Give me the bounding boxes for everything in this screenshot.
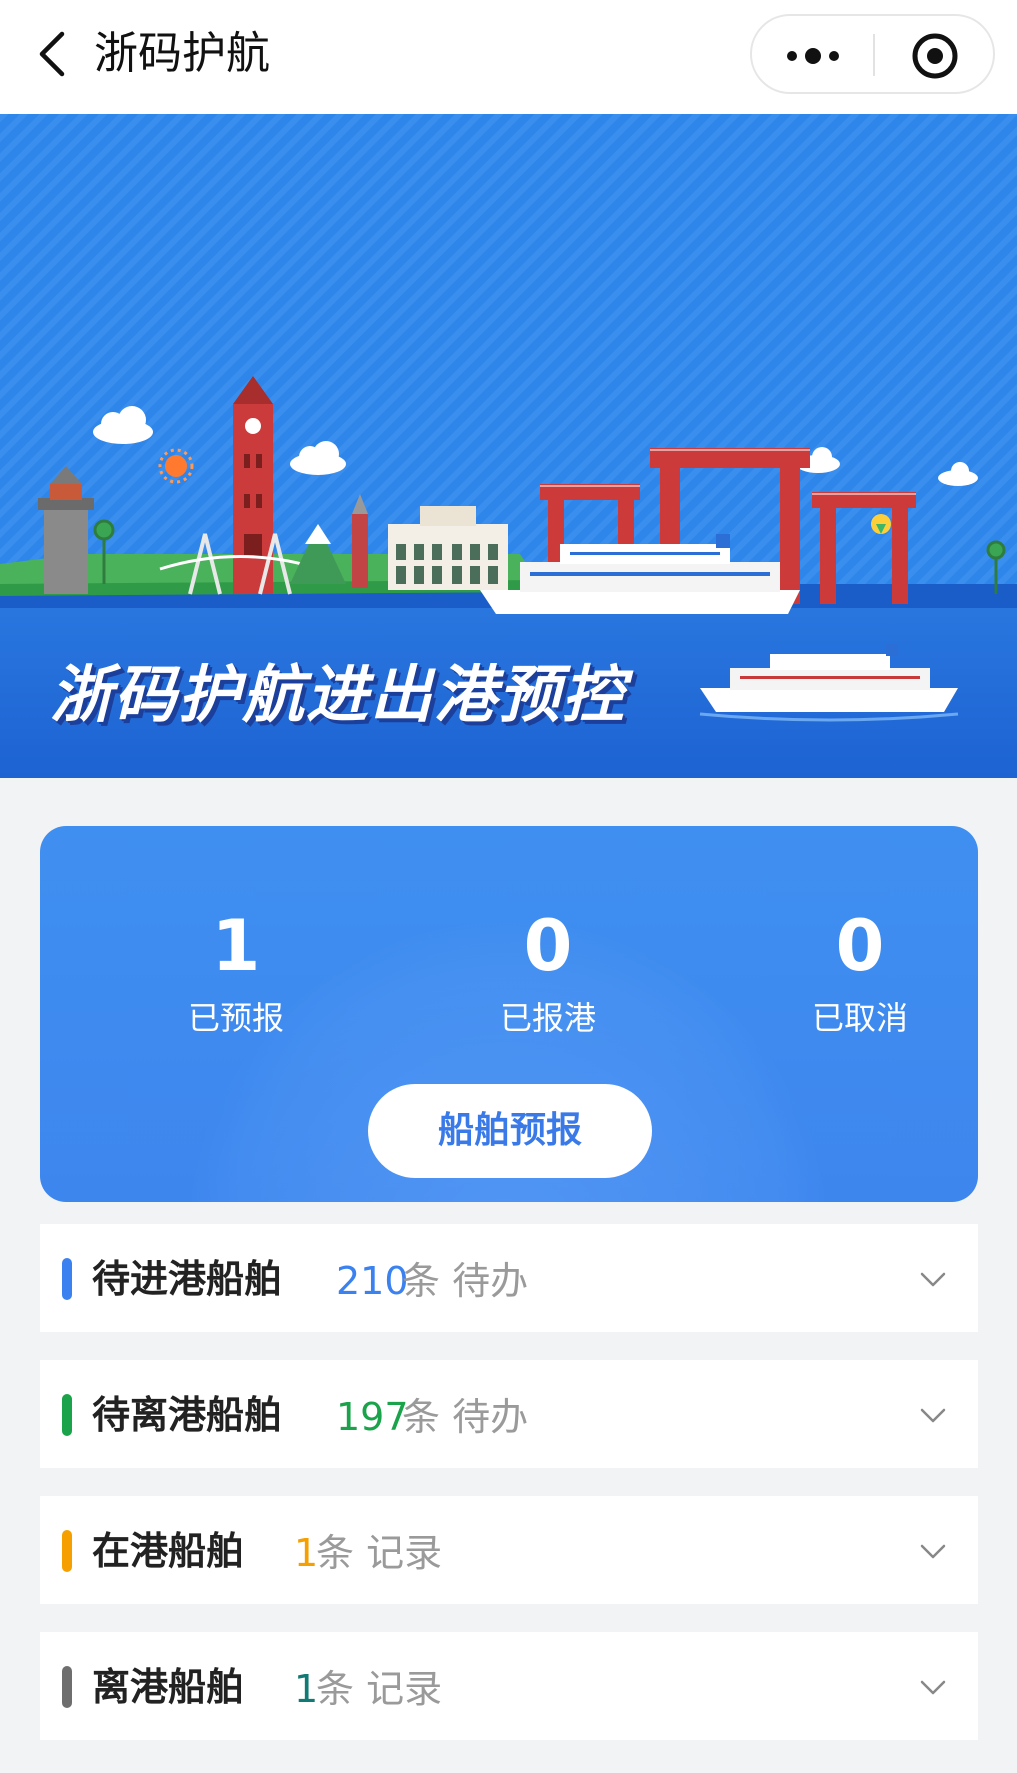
section-count-suffix: 条 待办 (402, 1395, 529, 1439)
stat-value: 1 (211, 905, 261, 987)
top-nav-bar: 浙码护航 (0, 0, 1017, 114)
chevron-down-icon[interactable] (918, 1400, 948, 1430)
section-color-bar (62, 1258, 72, 1300)
close-miniprogram-button[interactable] (876, 16, 994, 92)
section-color-bar (62, 1394, 72, 1436)
mini-program-capsule (750, 14, 995, 94)
stat-label: 已预报 (187, 999, 284, 1037)
section-count: 210 (336, 1259, 409, 1303)
section-title: 待进港船舶 (92, 1257, 283, 1301)
more-dots-icon (787, 48, 839, 64)
stat-cancelled[interactable]: 0 已取消 (750, 906, 970, 1040)
stats-card: 1 已预报 0 已报港 0 已取消 船舶预报 (40, 826, 978, 1202)
capsule-divider (873, 34, 875, 76)
stat-value: 0 (523, 905, 573, 987)
section-title: 在港船舶 (92, 1529, 245, 1573)
section-outbound-ships[interactable]: 待离港船舶 197 条 待办 (40, 1360, 978, 1468)
chevron-down-icon[interactable] (918, 1672, 948, 1702)
section-title: 待离港船舶 (92, 1393, 283, 1437)
stat-value: 0 (835, 905, 885, 987)
section-count-suffix: 条 记录 (316, 1531, 443, 1575)
section-count: 197 (336, 1395, 409, 1439)
section-count: 1 (294, 1531, 319, 1575)
stat-label: 已报港 (499, 999, 596, 1037)
back-button[interactable] (30, 24, 80, 84)
section-count-suffix: 条 待办 (402, 1259, 529, 1303)
banner-title: 浙码护航进出港预控 (50, 658, 627, 731)
target-circle-icon (912, 33, 958, 79)
chevron-left-icon (39, 31, 65, 77)
more-button[interactable] (752, 16, 872, 92)
page-title: 浙码护航 (94, 28, 270, 79)
hero-banner: 浙码护航进出港预控 (0, 114, 1017, 778)
ship-report-button[interactable]: 船舶预报 (368, 1084, 652, 1178)
section-color-bar (62, 1530, 72, 1572)
chevron-down-icon[interactable] (918, 1264, 948, 1294)
section-count: 1 (294, 1667, 319, 1711)
stat-berthed[interactable]: 0 已报港 (438, 906, 658, 1040)
section-inbound-ships[interactable]: 待进港船舶 210 条 待办 (40, 1224, 978, 1332)
stat-label: 已取消 (811, 999, 908, 1037)
section-in-port-ships[interactable]: 在港船舶 1 条 记录 (40, 1496, 978, 1604)
stat-reported[interactable]: 1 已预报 (126, 906, 346, 1040)
section-color-bar (62, 1666, 72, 1708)
section-title: 离港船舶 (92, 1665, 245, 1709)
chevron-down-icon[interactable] (918, 1536, 948, 1566)
section-departed-ships[interactable]: 离港船舶 1 条 记录 (40, 1632, 978, 1740)
section-count-suffix: 条 记录 (316, 1667, 443, 1711)
